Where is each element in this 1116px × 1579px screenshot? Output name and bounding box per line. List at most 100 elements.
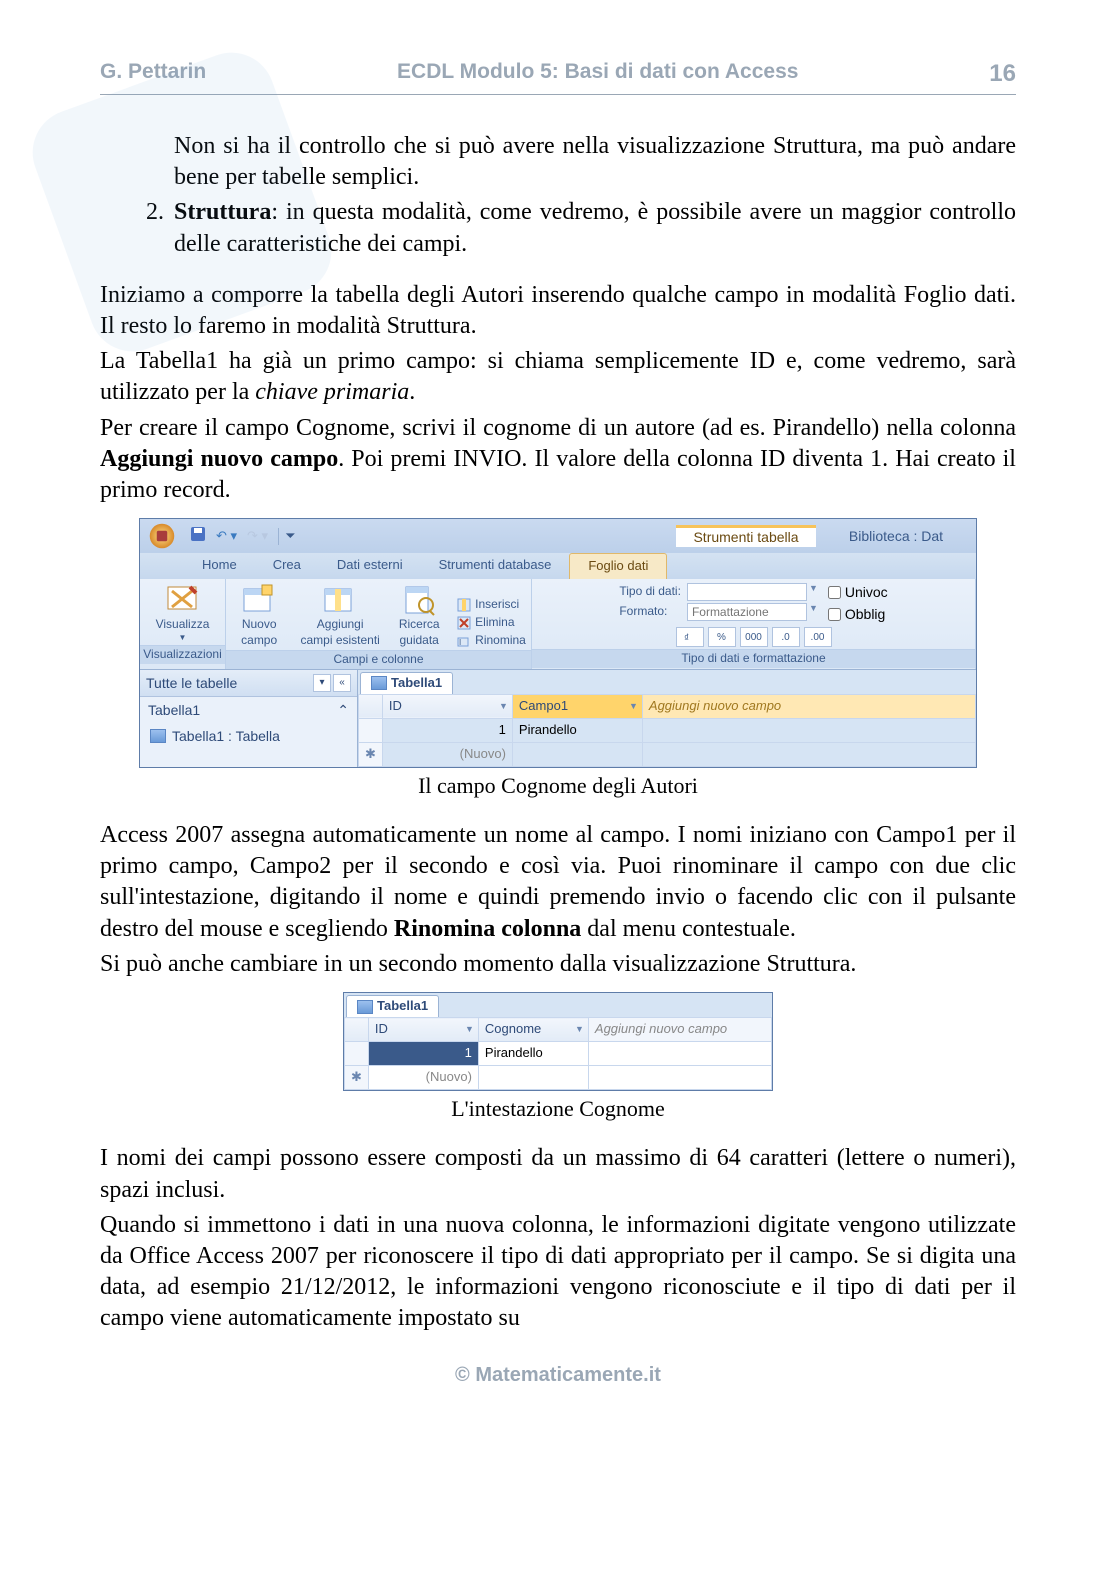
list1-continuation: Non si ha il controllo che si può avere …: [174, 131, 1016, 193]
tab-dati-esterni[interactable]: Dati esterni: [319, 553, 421, 579]
table-row-new[interactable]: (Nuovo): [345, 1065, 772, 1089]
cell-id-selected[interactable]: 1: [368, 1041, 478, 1065]
empty-cell[interactable]: [478, 1065, 588, 1089]
page-footer: © Matematicamente.it: [100, 1364, 1016, 1387]
datasheet-grid: ID▼ Campo1▼ Aggiungi nuovo campo 1 Piran…: [358, 694, 976, 767]
para-rename: Access 2007 assegna automaticamente un n…: [100, 820, 1016, 945]
body-text: Non si ha il controllo che si può avere …: [100, 131, 1016, 1334]
group-label-vis: Visualizzazioni: [140, 645, 225, 664]
list-content: Struttura: in questa modalità, come vedr…: [174, 197, 1016, 259]
visualizza-button[interactable]: Visualizza ▼: [153, 583, 213, 643]
obbligatorio-checkbox[interactable]: Obblig: [828, 605, 888, 623]
para-maxchars: I nomi dei campi possono essere composti…: [100, 1143, 1016, 1205]
dec-dec-btn[interactable]: .00: [804, 627, 832, 647]
col-add-new[interactable]: Aggiungi nuovo campo: [642, 694, 975, 718]
group-label-campi: Campi e colonne: [226, 650, 531, 669]
tab-home[interactable]: Home: [184, 553, 255, 579]
doc-tab-tabella1-2[interactable]: Tabella1: [346, 995, 439, 1017]
group-label-fmt: Tipo di dati e formattazione: [532, 649, 975, 668]
nav-collapse-icon[interactable]: «: [333, 674, 351, 692]
cell-campo1[interactable]: Pirandello: [512, 718, 642, 742]
redo-icon[interactable]: ↷ ▾: [247, 528, 268, 545]
thousands-btn[interactable]: 000: [740, 627, 768, 647]
save-icon[interactable]: [190, 526, 206, 547]
nav-dropdown-icon[interactable]: ▾: [313, 674, 331, 692]
caption-1: Il campo Cognome degli Autori: [100, 772, 1016, 801]
rinomina-button[interactable]: IRinomina: [457, 633, 526, 649]
cell-nuovo[interactable]: (Nuovo): [368, 1065, 478, 1089]
quick-access-toolbar: ↶ ▾ ↷ ▾ ⏷: [184, 526, 295, 547]
nav-group-collapse-icon: ⌃: [337, 701, 349, 719]
page-header: G. Pettarin ECDL Modulo 5: Basi di dati …: [100, 60, 1016, 95]
list-item-2: 2. Struttura: in questa modalità, come v…: [146, 197, 1016, 259]
list-number: 2.: [146, 197, 174, 259]
para-create: Per creare il campo Cognome, scrivi il c…: [100, 413, 1016, 507]
datasheet-area: Tabella1 ID▼ Campo1▼ Aggiungi nuovo camp…: [358, 670, 976, 767]
ricerca-guidata-button[interactable]: Ricercaguidata: [393, 583, 445, 648]
empty-cell[interactable]: [642, 718, 975, 742]
nuovo-campo-button[interactable]: Nuovocampo: [231, 583, 287, 648]
empty-cell[interactable]: [512, 742, 642, 766]
table-row[interactable]: 1 Pirandello: [359, 718, 976, 742]
dropdown-icon[interactable]: ▼: [575, 1024, 584, 1036]
header-title: ECDL Modulo 5: Basi di dati con Access: [397, 60, 798, 88]
cell-id[interactable]: 1: [382, 718, 512, 742]
tab-strumenti-db[interactable]: Strumenti database: [421, 553, 570, 579]
qat-customize-icon[interactable]: ⏷: [278, 528, 295, 545]
tipo-dati-combo[interactable]: [687, 583, 807, 601]
new-row-icon[interactable]: [345, 1065, 369, 1089]
percent-btn[interactable]: %: [708, 627, 736, 647]
datasheet-grid-2: ID▼ Cognome▼ Aggiungi nuovo campo 1 Pira…: [344, 1017, 772, 1090]
lower-area: Tutte le tabelle ▾« Tabella1 ⌃ Tabella1 …: [140, 670, 976, 767]
dropdown-icon[interactable]: ▼: [629, 701, 638, 713]
undo-icon[interactable]: ↶ ▾: [216, 528, 237, 545]
empty-cell[interactable]: [588, 1041, 771, 1065]
col-cognome[interactable]: Cognome▼: [478, 1018, 588, 1042]
empty-cell[interactable]: [588, 1065, 771, 1089]
tab-crea[interactable]: Crea: [255, 553, 319, 579]
nav-group-tabella1[interactable]: Tabella1 ⌃: [140, 697, 357, 723]
table-row[interactable]: 1 Pirandello: [345, 1041, 772, 1065]
nav-item-tabella1[interactable]: Tabella1 : Tabella: [140, 723, 357, 749]
col-id-2[interactable]: ID▼: [368, 1018, 478, 1042]
dropdown-icon[interactable]: ▼: [499, 701, 508, 713]
header-page: 16: [989, 60, 1016, 88]
col-campo1[interactable]: Campo1▼: [512, 694, 642, 718]
nav-header[interactable]: Tutte le tabelle ▾«: [140, 670, 357, 697]
title-bar: ↶ ▾ ↷ ▾ ⏷ Strumenti tabella Biblioteca :…: [140, 519, 976, 553]
office-button[interactable]: [140, 519, 184, 553]
cell-nuovo[interactable]: (Nuovo): [382, 742, 512, 766]
doc-tab-tabella1[interactable]: Tabella1: [360, 672, 453, 694]
formato-combo[interactable]: [687, 603, 807, 621]
group-campi-colonne: Nuovocampo Aggiungicampi esistenti Ricer…: [226, 579, 532, 669]
aggiungi-campi-button[interactable]: Aggiungicampi esistenti: [299, 583, 381, 648]
formato-label: Formato:: [619, 604, 681, 620]
inserisci-button[interactable]: Inserisci: [457, 597, 526, 613]
tab-foglio-dati[interactable]: Foglio dati: [569, 553, 667, 579]
elimina-button[interactable]: Elimina: [457, 615, 526, 631]
chiave-primaria-em: chiave primaria: [255, 379, 409, 405]
inc-dec-btn[interactable]: .0: [772, 627, 800, 647]
row-selector[interactable]: [359, 718, 383, 742]
svg-text:₫: ₫: [684, 633, 689, 643]
para-intro: Iniziamo a comporre la tabella degli Aut…: [100, 280, 1016, 342]
para-id: La Tabella1 ha già un primo campo: si ch…: [100, 346, 1016, 408]
col-id[interactable]: ID▼: [382, 694, 512, 718]
empty-cell[interactable]: [642, 742, 975, 766]
ribbon-tabs: Home Crea Dati esterni Strumenti databas…: [140, 553, 976, 579]
new-row-icon[interactable]: [359, 742, 383, 766]
access-screenshot-1: ↶ ▾ ↷ ▾ ⏷ Strumenti tabella Biblioteca :…: [139, 518, 977, 767]
table-row-new[interactable]: (Nuovo): [359, 742, 976, 766]
row-selector[interactable]: [345, 1041, 369, 1065]
header-author: G. Pettarin: [100, 60, 206, 88]
dropdown-icon[interactable]: ▼: [465, 1024, 474, 1036]
univoco-checkbox[interactable]: Univoc: [828, 583, 888, 601]
number-format-buttons: ₫ % 000 .0 .00: [676, 627, 832, 647]
cell-cognome[interactable]: Pirandello: [478, 1041, 588, 1065]
small-commands: Inserisci Elimina IRinomina: [457, 597, 526, 648]
dropdown-icon: ▼: [179, 633, 187, 643]
select-all-cell[interactable]: [359, 694, 383, 718]
col-add-new-2[interactable]: Aggiungi nuovo campo: [588, 1018, 771, 1042]
currency-btn[interactable]: ₫: [676, 627, 704, 647]
select-all-cell[interactable]: [345, 1018, 369, 1042]
